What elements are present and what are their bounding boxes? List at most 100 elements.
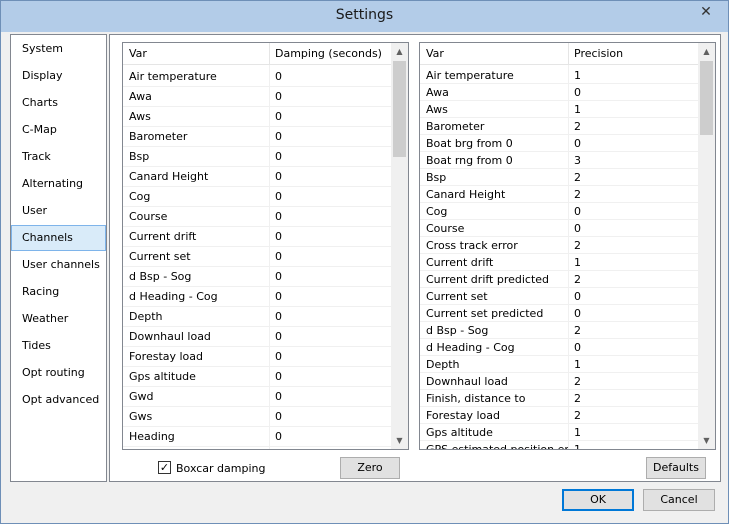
table-row[interactable]: Bsp 2 [420,169,698,186]
column-header[interactable]: Damping (seconds) [269,43,391,65]
value-cell[interactable]: 0 [269,387,391,407]
value-cell[interactable]: 2 [568,407,698,424]
value-cell[interactable]: 1 [568,356,698,373]
table-row[interactable]: Canard Height 2 [420,186,698,203]
table-row[interactable]: Awa 0 [420,84,698,101]
table-row[interactable]: Aws 0 [123,107,391,127]
value-cell[interactable]: 0 [269,307,391,327]
zero-button[interactable]: Zero [340,457,400,479]
sidebar-item[interactable]: User channels [11,252,106,278]
vertical-scrollbar[interactable]: ▲ ▼ [698,43,715,449]
table-row[interactable]: Downhaul load 2 [420,373,698,390]
table-row[interactable]: Forestay load 0 [123,347,391,367]
value-cell[interactable]: 1 [568,254,698,271]
value-cell[interactable]: 2 [568,118,698,135]
table-row[interactable]: Current set predicted 0 [420,305,698,322]
table-row[interactable]: Aws 1 [420,101,698,118]
table-row[interactable]: Depth 1 [420,356,698,373]
defaults-button[interactable]: Defaults [646,457,706,479]
table-row[interactable]: Gws 0 [123,407,391,427]
value-cell[interactable]: 0 [568,339,698,356]
value-cell[interactable]: 0 [568,135,698,152]
table-row[interactable]: Finish, distance to 2 [420,390,698,407]
value-cell[interactable]: 0 [269,67,391,87]
sidebar-item[interactable]: System [11,36,106,62]
value-cell[interactable]: 0 [568,288,698,305]
sidebar-item[interactable]: Channels [11,225,106,251]
value-cell[interactable]: 0 [269,187,391,207]
table-row[interactable]: Cog 0 [420,203,698,220]
table-row[interactable]: d Bsp - Sog 0 [123,267,391,287]
value-cell[interactable]: 1 [568,101,698,118]
value-cell[interactable]: 2 [568,390,698,407]
value-cell[interactable]: 0 [269,327,391,347]
value-cell[interactable]: 3 [568,152,698,169]
sidebar-item[interactable]: Track [11,144,106,170]
table-row[interactable]: Air temperature 1 [420,67,698,84]
sidebar-item[interactable]: Opt routing [11,360,106,386]
sidebar-item[interactable]: Display [11,63,106,89]
sidebar-item[interactable]: Alternating [11,171,106,197]
table-row[interactable]: d Heading - Cog 0 [420,339,698,356]
column-header[interactable]: Var [123,43,269,65]
value-cell[interactable]: 2 [568,271,698,288]
table-row[interactable]: Current drift 1 [420,254,698,271]
table-row[interactable]: Cog 0 [123,187,391,207]
table-row[interactable]: Cross track error 2 [420,237,698,254]
table-row[interactable]: Barometer 0 [123,127,391,147]
value-cell[interactable]: 0 [269,167,391,187]
value-cell[interactable]: 0 [269,407,391,427]
table-row[interactable]: Gps altitude 0 [123,367,391,387]
table-row[interactable]: Current set 0 [420,288,698,305]
value-cell[interactable]: 0 [269,427,391,447]
value-cell[interactable]: 0 [269,287,391,307]
value-cell[interactable]: 0 [269,227,391,247]
sidebar-item[interactable]: Tides [11,333,106,359]
sidebar-item[interactable]: C-Map [11,117,106,143]
value-cell[interactable]: 1 [568,441,698,449]
scroll-down-arrow-icon[interactable]: ▼ [391,432,408,449]
value-cell[interactable]: 1 [568,67,698,84]
table-row[interactable]: Current drift 0 [123,227,391,247]
value-cell[interactable]: 2 [568,373,698,390]
sidebar-item[interactable]: Charts [11,90,106,116]
table-row[interactable]: d Bsp - Sog 2 [420,322,698,339]
table-row[interactable]: Downhaul load 0 [123,327,391,347]
table-row[interactable]: GPS estimated position err 1 [420,441,698,449]
table-row[interactable]: Depth 0 [123,307,391,327]
table-row[interactable]: Bsp 0 [123,147,391,167]
value-cell[interactable]: 2 [568,237,698,254]
cancel-button[interactable]: Cancel [643,489,715,511]
table-row[interactable]: Air temperature 0 [123,67,391,87]
value-cell[interactable]: 0 [269,147,391,167]
column-divider[interactable] [269,43,270,65]
sidebar-item[interactable]: Weather [11,306,106,332]
value-cell[interactable]: 0 [568,220,698,237]
sidebar-item[interactable]: Opt advanced [11,387,106,413]
sidebar-item[interactable]: User [11,198,106,224]
value-cell[interactable]: 0 [568,305,698,322]
value-cell[interactable]: 0 [269,107,391,127]
value-cell[interactable]: 0 [568,84,698,101]
value-cell[interactable]: 0 [568,203,698,220]
scroll-thumb[interactable] [700,61,713,135]
value-cell[interactable]: 0 [269,87,391,107]
table-row[interactable]: Course 0 [420,220,698,237]
column-divider[interactable] [568,43,569,65]
table-row[interactable]: Gwd 0 [123,387,391,407]
table-row[interactable]: Heading 0 [123,427,391,447]
value-cell[interactable]: 0 [269,247,391,267]
column-header[interactable]: Precision [568,43,698,65]
table-row[interactable]: Boat brg from 0 0 [420,135,698,152]
title-bar[interactable]: Settings ✕ [1,1,728,32]
value-cell[interactable]: 0 [269,347,391,367]
ok-button[interactable]: OK [562,489,634,511]
vertical-scrollbar[interactable]: ▲ ▼ [391,43,408,449]
boxcar-damping-checkbox[interactable]: ✓ [158,461,171,474]
table-row[interactable]: Current set 0 [123,247,391,267]
value-cell[interactable]: 0 [269,267,391,287]
scroll-up-arrow-icon[interactable]: ▲ [391,43,408,60]
table-row[interactable]: Course 0 [123,207,391,227]
table-row[interactable]: Gps altitude 1 [420,424,698,441]
table-row[interactable]: Awa 0 [123,87,391,107]
